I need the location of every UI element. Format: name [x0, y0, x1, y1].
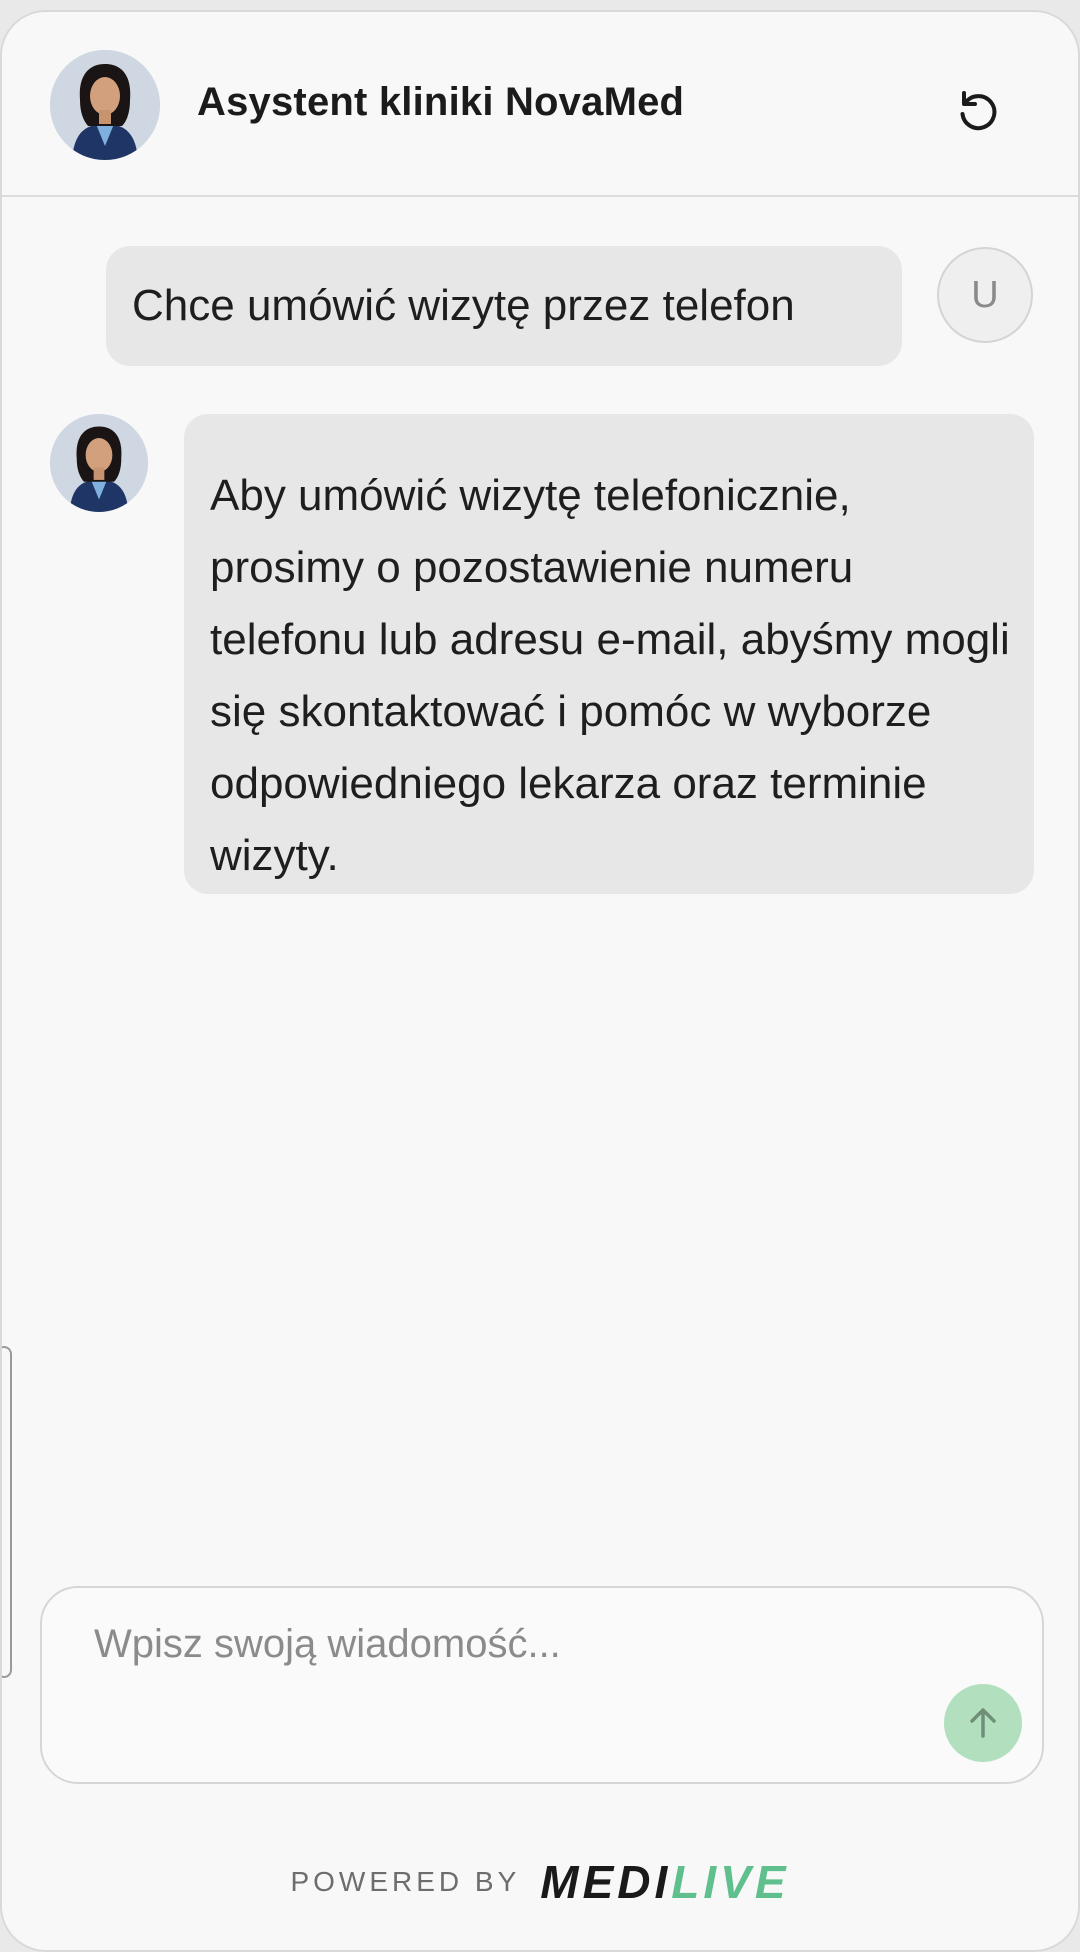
assistant-avatar: [50, 50, 160, 160]
assistant-message-text: Aby umówić wizytę telefonicznie, prosimy…: [210, 471, 1010, 880]
user-message-bubble: Chce umówić wizytę przez telefon: [106, 246, 902, 366]
logo-live: LIVE: [671, 1856, 790, 1908]
arrow-up-icon: [970, 1708, 996, 1738]
user-avatar-letter: U: [971, 273, 999, 316]
chat-title: Asystent kliniki NovaMed: [197, 80, 685, 124]
logo-medi: MEDI: [540, 1856, 672, 1908]
message-input[interactable]: [94, 1622, 954, 1682]
user-avatar: U: [937, 247, 1033, 343]
reset-conversation-button[interactable]: [948, 82, 1008, 142]
medilive-logo[interactable]: MEDI LIVE: [540, 1855, 789, 1909]
send-button[interactable]: [944, 1684, 1022, 1762]
message-composer: [40, 1586, 1044, 1784]
powered-by-footer: POWERED BY MEDI LIVE: [2, 1852, 1078, 1912]
side-handle[interactable]: [2, 1346, 12, 1678]
refresh-icon: [960, 91, 997, 131]
assistant-message-avatar: [50, 414, 148, 512]
powered-by-label: POWERED BY: [290, 1866, 521, 1897]
user-message-text: Chce umówić wizytę przez telefon: [132, 281, 795, 330]
chat-widget: Asystent kliniki NovaMed Chce umówić wiz…: [0, 10, 1080, 1952]
assistant-message-bubble: Aby umówić wizytę telefonicznie, prosimy…: [184, 414, 1034, 894]
chat-header: Asystent kliniki NovaMed: [2, 12, 1078, 197]
